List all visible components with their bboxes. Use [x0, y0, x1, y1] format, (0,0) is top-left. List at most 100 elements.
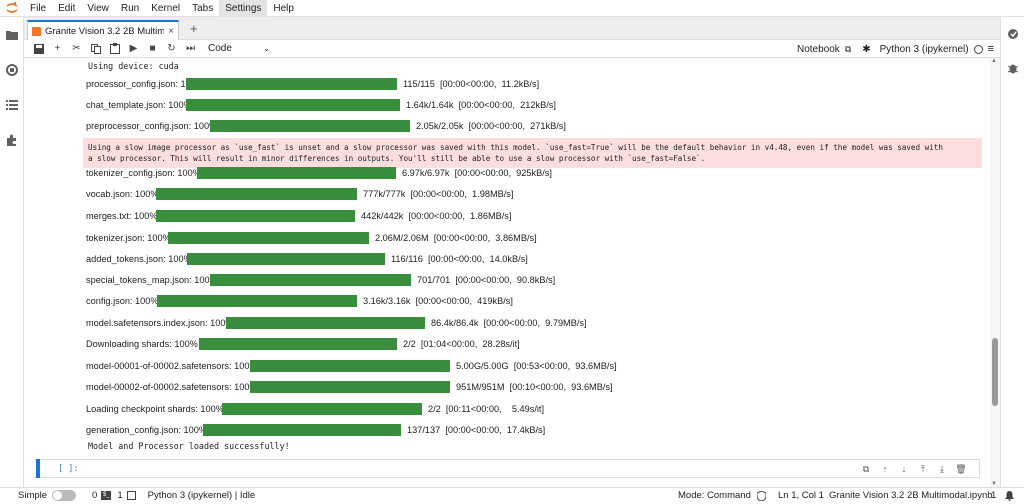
kernels-count[interactable]: 1 [117, 488, 136, 504]
progress-bar [197, 167, 396, 179]
status-bar: Simple 0 $_ 1 Python 3 (ipykernel) | Idl… [0, 487, 1024, 503]
progress-bar [226, 317, 425, 329]
progress-label: model.safetensors.index.json: 100% [86, 318, 234, 328]
menu-tabs[interactable]: Tabs [186, 0, 219, 17]
code-cell-input[interactable]: ⧉ ↑ ↓ ⤒ ⤓ 🗑 [34, 459, 980, 478]
cursor-position[interactable]: Ln 1, Col 1 [778, 488, 824, 504]
notification-count[interactable]: 1 [991, 488, 996, 504]
menu-kernel[interactable]: Kernel [145, 0, 186, 17]
command-mode: Mode: Command [678, 490, 751, 501]
active-cell-indicator [36, 459, 40, 478]
tab-title: Granite Vision 3.2 2B Multimo [45, 25, 165, 37]
tab-bar: Granite Vision 3.2 2B Multimo × + [24, 17, 1000, 40]
shield-icon[interactable] [757, 488, 766, 504]
menu-file[interactable]: File [24, 0, 52, 17]
property-inspector-icon[interactable] [1001, 17, 1024, 51]
stop-icon[interactable]: ■ [143, 40, 162, 58]
progress-stats: 116/116 [00:00<00:00, 14.0kB/s] [391, 254, 528, 264]
progress-stats: 86.4k/86.4k [00:00<00:00, 9.79MB/s] [431, 318, 587, 328]
progress-label: tokenizer_config.json: 100% [86, 168, 201, 178]
simple-mode-toggle[interactable] [52, 490, 77, 501]
terminals-value: 0 [92, 490, 98, 501]
simple-mode[interactable]: Simple [18, 488, 77, 504]
progress-stats: 777k/777k [00:00<00:00, 1.98MB/s] [363, 189, 514, 199]
device-line: Using device: cuda [88, 61, 179, 71]
progress-stats: 442k/442k [00:00<00:00, 1.86MB/s] [361, 211, 512, 221]
cell-type-value: Code [208, 43, 232, 54]
scrollbar[interactable]: ▲ ▼ [990, 58, 1000, 487]
file-name: Granite Vision 3.2 2B Multimodal.ipynb [829, 490, 993, 501]
notebook-label[interactable]: Notebook [797, 44, 840, 55]
kernel-debug-icon[interactable]: ✱ [862, 44, 870, 55]
progress-label: added_tokens.json: 100% [86, 254, 192, 264]
progress-label: preprocessor_config.json: 100% [86, 121, 218, 131]
jupyter-logo-icon [0, 0, 24, 17]
kernels-value: 1 [117, 490, 123, 501]
progress-label: special_tokens_map.json: 100% [86, 275, 218, 285]
progress-bar [222, 403, 422, 415]
copy-icon[interactable] [86, 40, 105, 58]
simple-mode-label: Simple [18, 490, 48, 501]
extensions-icon[interactable] [0, 122, 24, 157]
progress-bar [186, 78, 397, 90]
kernel-status[interactable]: Python 3 (ipykernel) | Idle [148, 488, 256, 504]
table-of-contents-icon[interactable] [0, 87, 24, 122]
terminals-count[interactable]: 0 $_ [92, 488, 112, 504]
kernel-name[interactable]: Python 3 (ipykernel) [880, 44, 969, 55]
menu-bar: File Edit View Run Kernel Tabs Settings Help [0, 0, 1024, 17]
progress-label: vocab.json: 100% [86, 189, 159, 199]
insert-below-icon[interactable]: ⤓ [936, 463, 948, 475]
move-up-icon[interactable]: ↑ [879, 463, 891, 475]
menu-view[interactable]: View [81, 0, 115, 17]
bell-icon[interactable] [1005, 488, 1014, 504]
menu-edit[interactable]: Edit [52, 0, 81, 17]
menu-icon[interactable]: ≡ [988, 43, 994, 55]
progress-label: model-00002-of-00002.safetensors: 100% [86, 382, 258, 392]
progress-label: config.json: 100% [86, 296, 159, 306]
progress-label: Downloading shards: 100% [86, 339, 198, 349]
run-icon[interactable]: ▶ [124, 40, 143, 58]
insert-above-icon[interactable]: ⤒ [917, 463, 929, 475]
scroll-up-icon[interactable]: ▲ [991, 58, 997, 64]
scrollbar-thumb[interactable] [992, 338, 998, 406]
restart-icon[interactable]: ↻ [162, 40, 181, 58]
progress-stats: 6.97k/6.97k [00:00<00:00, 925kB/s] [402, 168, 552, 178]
progress-stats: 1.64k/1.64k [00:00<00:00, 212kB/s] [406, 100, 556, 110]
terminal-icon: $_ [101, 491, 112, 500]
debugger-icon[interactable] [1001, 51, 1024, 85]
progress-stats: 2.05k/2.05k [00:00<00:00, 271kB/s] [416, 121, 566, 131]
progress-stats: 2.06M/2.06M [00:00<00:00, 3.86MB/s] [375, 233, 537, 243]
paste-icon[interactable] [105, 40, 124, 58]
menu-settings[interactable]: Settings [219, 0, 268, 17]
progress-bar [157, 295, 357, 307]
progress-bar [186, 99, 400, 111]
close-icon[interactable]: × [168, 26, 174, 37]
save-icon[interactable] [29, 40, 48, 58]
cut-icon[interactable]: ✂ [67, 40, 86, 58]
open-external-icon[interactable]: ⧉ [845, 44, 851, 55]
progress-bar [210, 120, 410, 132]
progress-bar [203, 424, 401, 436]
progress-bar [250, 360, 450, 372]
cell-type-select[interactable]: Code ⌄ [208, 42, 270, 56]
menu-run[interactable]: Run [115, 0, 145, 17]
menu-help[interactable]: Help [267, 0, 300, 17]
delete-cell-icon[interactable]: 🗑 [955, 463, 967, 475]
kernel-chip-icon [126, 491, 136, 500]
kernel-status-icon [973, 44, 983, 54]
progress-label: tokenizer.json: 100% [86, 233, 171, 243]
progress-bar [156, 188, 357, 200]
progress-stats: 137/137 [00:00<00:00, 17.4kB/s] [407, 425, 546, 435]
restart-run-all-icon[interactable]: ⏭ [181, 40, 200, 58]
duplicate-cell-icon[interactable]: ⧉ [860, 463, 872, 475]
progress-bar [210, 274, 411, 286]
tab-notebook[interactable]: Granite Vision 3.2 2B Multimo × [27, 20, 179, 40]
folder-icon[interactable] [0, 17, 24, 52]
add-cell-icon[interactable]: + [48, 40, 67, 58]
progress-label: chat_template.json: 100% [86, 100, 192, 110]
chevron-down-icon: ⌄ [263, 44, 270, 53]
running-kernels-icon[interactable] [0, 52, 24, 87]
notebook-toolbar: + ✂ ▶ ■ ↻ ⏭ Code ⌄ Notebook ⧉ ✱ Python 3… [24, 40, 1000, 58]
new-tab-icon[interactable]: + [190, 21, 198, 36]
move-down-icon[interactable]: ↓ [898, 463, 910, 475]
